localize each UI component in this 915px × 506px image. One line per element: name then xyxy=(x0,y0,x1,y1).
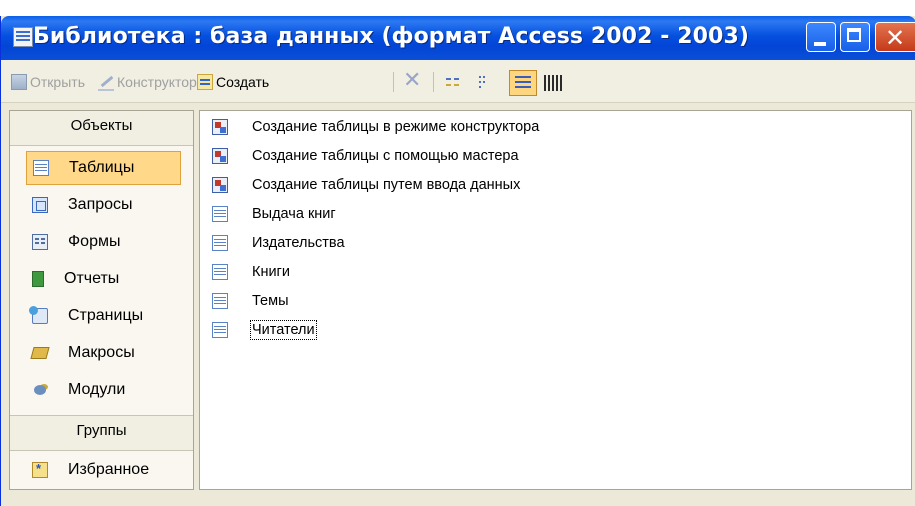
list-item-label: Книги xyxy=(252,264,290,280)
title-bar[interactable]: Библиотека : база данных (формат Access … xyxy=(1,16,915,60)
large-icons-view-icon[interactable] xyxy=(444,74,462,90)
wizard-icon xyxy=(212,148,228,164)
close-icon: ✕ xyxy=(885,24,906,52)
sidebar-item-reports[interactable]: Отчеты xyxy=(24,262,184,296)
sidebar-item-label: Избранное xyxy=(68,461,150,478)
toolbar-separator xyxy=(433,72,434,92)
table-icon xyxy=(212,235,228,251)
sidebar-item-label: Отчеты xyxy=(64,270,120,287)
list-item[interactable]: Издательства xyxy=(212,232,345,254)
open-button[interactable]: Открыть xyxy=(11,72,85,92)
module-icon xyxy=(32,382,48,398)
query-icon xyxy=(32,197,48,213)
toolbar: Открыть Конструктор Создать ✕ xyxy=(1,60,915,103)
open-label: Открыть xyxy=(30,74,85,90)
list-item[interactable]: Темы xyxy=(212,290,289,312)
open-icon xyxy=(11,74,27,90)
sidebar-item-queries[interactable]: Запросы xyxy=(24,188,184,222)
list-item-label: Читатели xyxy=(250,320,317,340)
create-icon xyxy=(197,74,213,90)
list-item-label: Создание таблицы в режиме конструктора xyxy=(252,119,540,135)
list-item[interactable]: Создание таблицы с помощью мастера xyxy=(212,145,519,167)
table-icon xyxy=(33,160,49,176)
sidebar-item-modules[interactable]: Модули xyxy=(24,373,184,407)
create-label: Создать xyxy=(216,74,270,90)
list-item-label: Темы xyxy=(252,293,289,309)
design-icon xyxy=(98,73,114,91)
sidebar-item-pages[interactable]: Страницы xyxy=(24,299,184,333)
details-view-icon[interactable] xyxy=(543,74,563,92)
table-icon xyxy=(212,322,228,338)
maximize-button[interactable] xyxy=(840,22,870,52)
database-icon xyxy=(13,27,33,47)
macro-icon xyxy=(30,347,50,359)
sidebar-item-macros[interactable]: Макросы xyxy=(24,336,184,370)
list-item[interactable]: Читатели xyxy=(212,319,317,341)
database-body: Объекты Таблицы Запросы Формы Отчеты Стр… xyxy=(5,108,915,506)
create-button[interactable]: Создать xyxy=(197,72,269,92)
groups-header[interactable]: Группы xyxy=(10,415,193,451)
list-item[interactable]: Создание таблицы путем ввода данных xyxy=(212,174,520,196)
report-icon xyxy=(32,271,44,287)
page-icon xyxy=(29,306,48,324)
list-item-label: Создание таблицы путем ввода данных xyxy=(252,177,521,193)
objects-bar: Объекты Таблицы Запросы Формы Отчеты Стр… xyxy=(9,110,194,490)
sidebar-item-label: Макросы xyxy=(68,344,135,361)
sidebar-item-forms[interactable]: Формы xyxy=(24,225,184,259)
list-item-label: Выдача книг xyxy=(252,206,336,222)
objects-header[interactable]: Объекты xyxy=(10,111,193,146)
sidebar-item-tables[interactable]: Таблицы xyxy=(26,151,181,185)
table-icon xyxy=(212,264,228,280)
toolbar-separator xyxy=(393,72,394,92)
delete-icon[interactable]: ✕ xyxy=(403,68,421,93)
list-item-label: Создание таблицы с помощью мастера xyxy=(252,148,519,164)
sidebar-item-label: Запросы xyxy=(68,196,133,213)
sidebar-item-label: Страницы xyxy=(68,307,144,324)
sidebar-item-favorites[interactable]: Избранное xyxy=(24,453,184,487)
sidebar-item-label: Модули xyxy=(68,381,126,398)
list-item[interactable]: Книги xyxy=(212,261,290,283)
small-icons-view-icon[interactable] xyxy=(477,74,495,90)
wizard-icon xyxy=(212,119,228,135)
list-item-label: Издательства xyxy=(252,235,345,251)
form-icon xyxy=(32,234,48,250)
objects-list: Создание таблицы в режиме конструктора С… xyxy=(199,110,912,490)
wizard-icon xyxy=(212,177,228,193)
list-item[interactable]: Выдача книг xyxy=(212,203,336,225)
list-view-icon[interactable] xyxy=(509,70,537,96)
table-icon xyxy=(212,293,228,309)
list-item[interactable]: Создание таблицы в режиме конструктора xyxy=(212,116,539,138)
close-button[interactable]: ✕ xyxy=(875,22,915,52)
database-window: Библиотека : база данных (формат Access … xyxy=(0,16,915,506)
table-icon xyxy=(212,206,228,222)
window-title: Библиотека : база данных (формат Access … xyxy=(33,24,750,49)
minimize-button[interactable] xyxy=(806,22,836,52)
favorites-icon xyxy=(32,461,48,478)
design-label: Конструктор xyxy=(117,74,197,90)
sidebar-item-label: Таблицы xyxy=(69,159,135,176)
design-button[interactable]: Конструктор xyxy=(98,72,197,92)
sidebar-item-label: Формы xyxy=(68,233,121,250)
